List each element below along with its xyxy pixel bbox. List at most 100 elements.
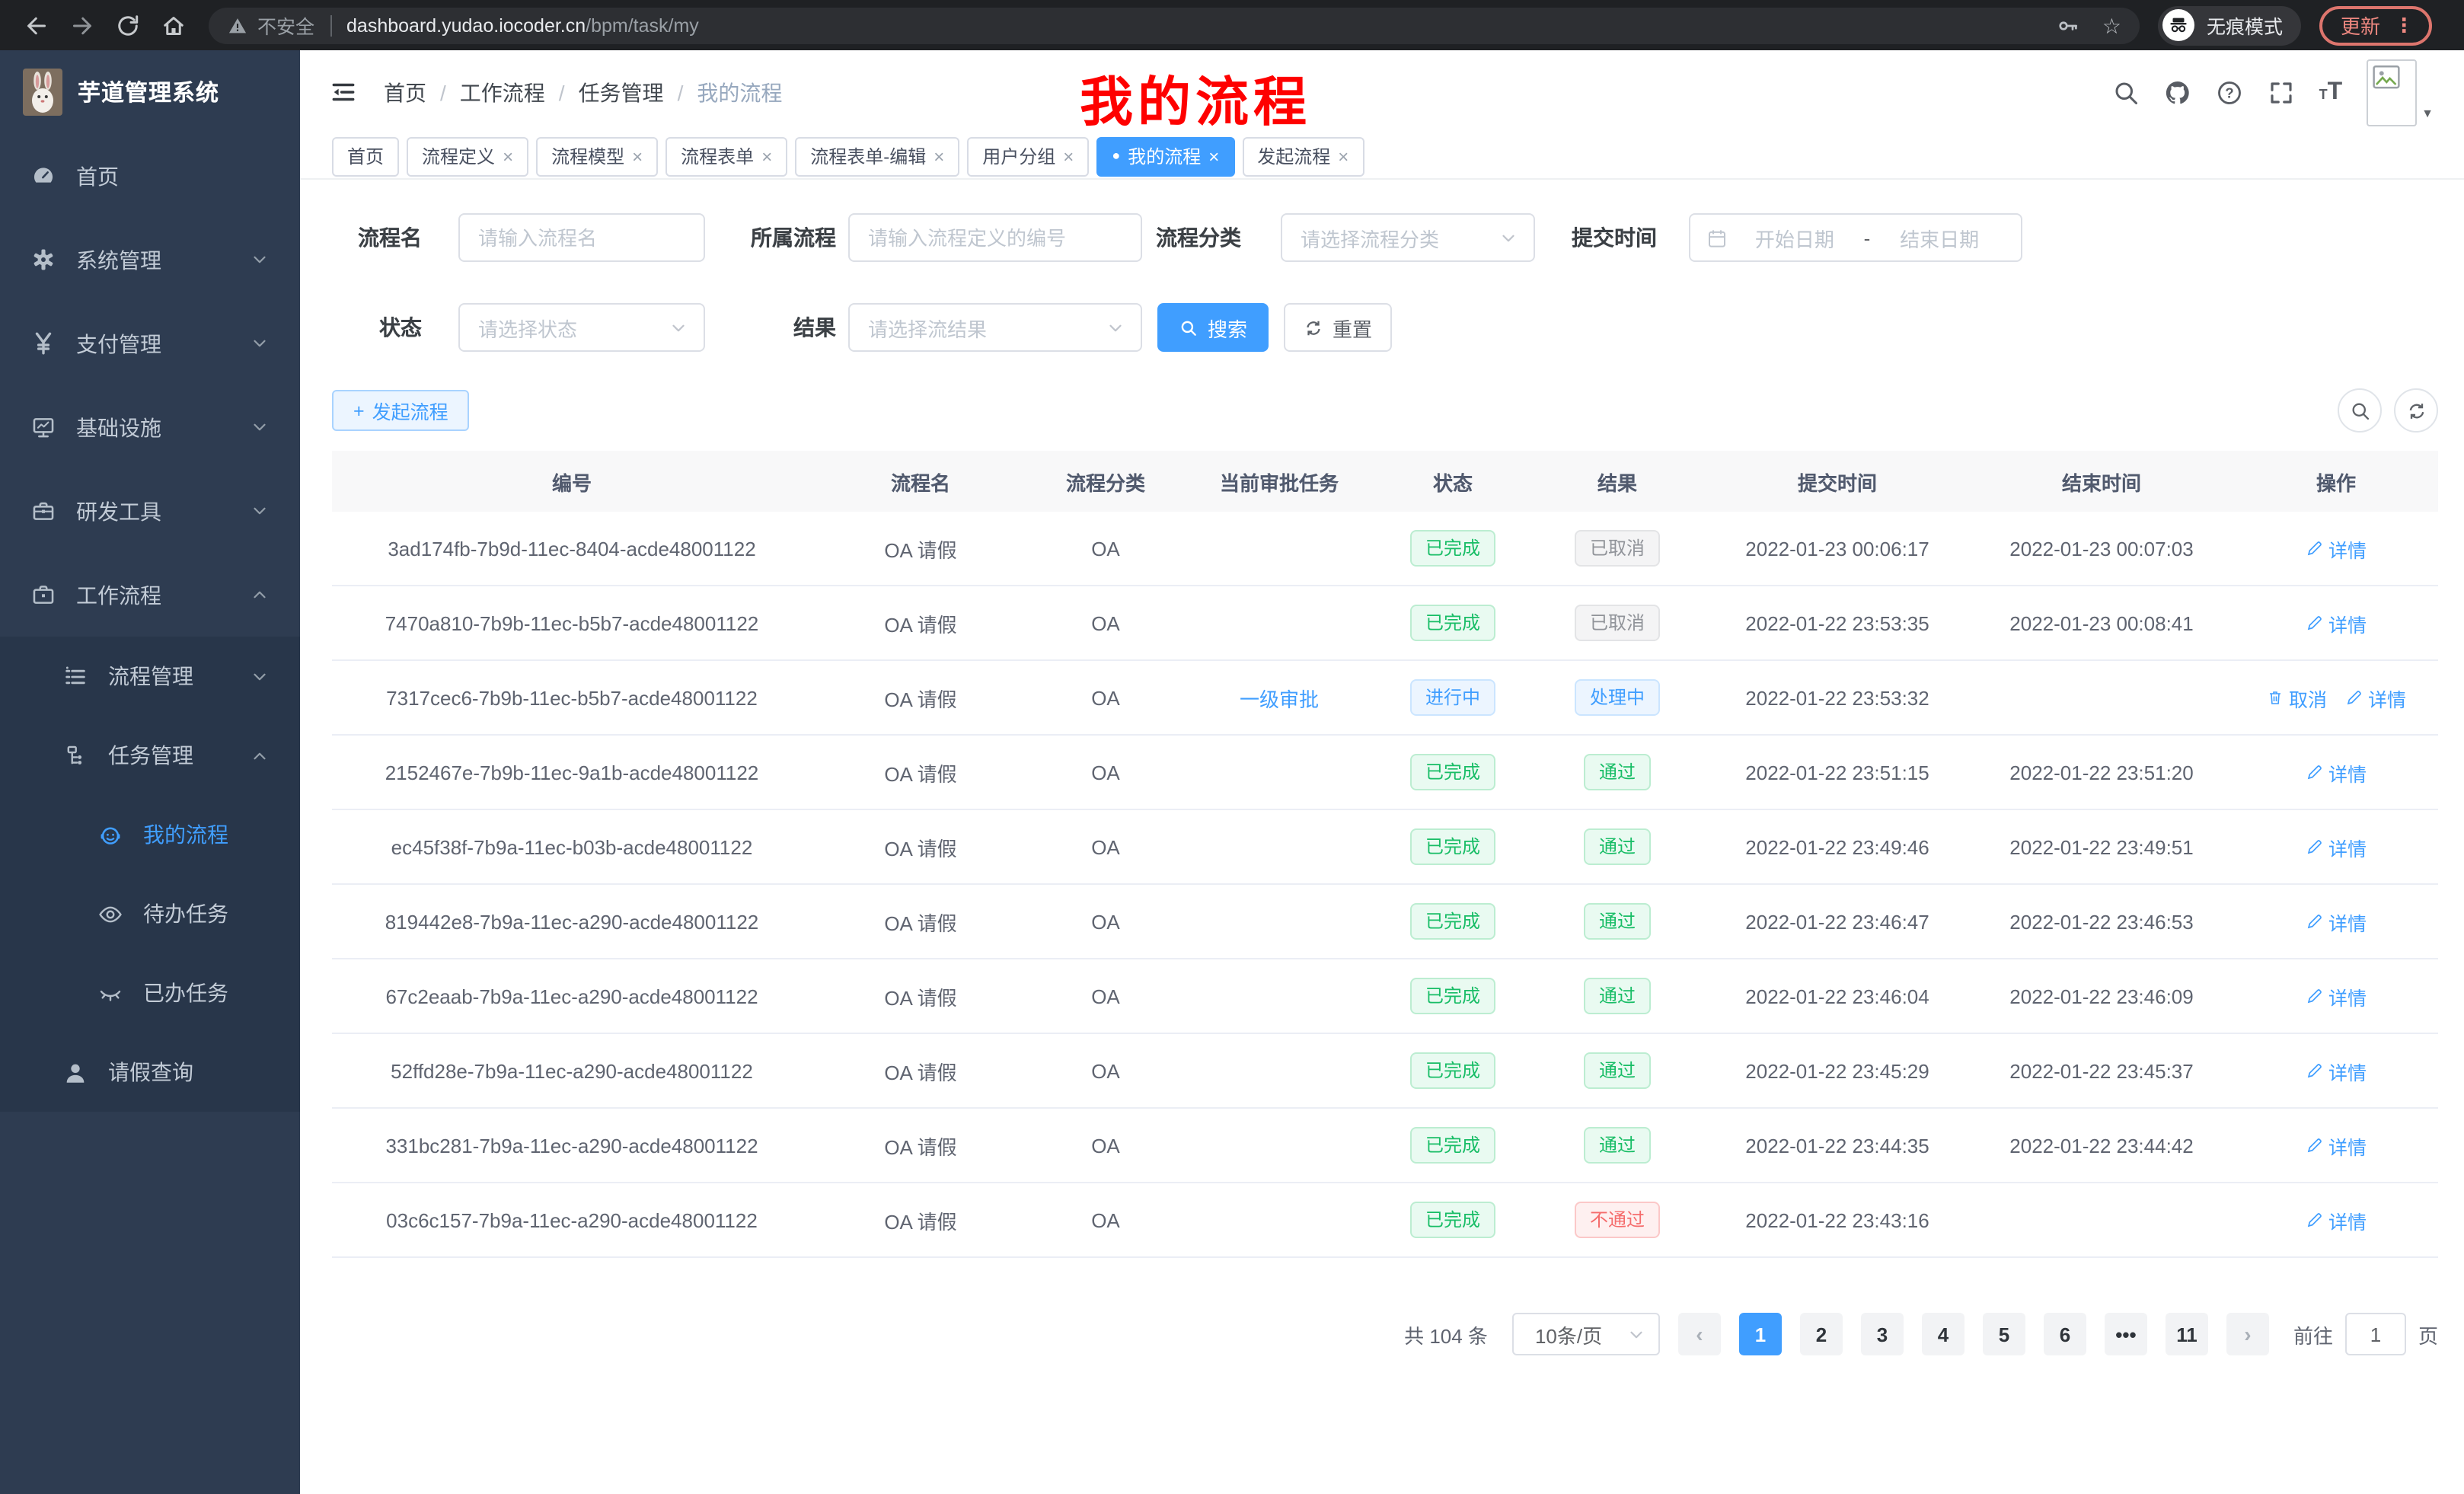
update-button[interactable]: 更新 ⋮ xyxy=(2319,5,2432,45)
pencil-icon xyxy=(2306,1061,2324,1080)
tab-process-model[interactable]: 流程模型× xyxy=(536,136,658,176)
next-page-button[interactable]: › xyxy=(2226,1313,2269,1355)
sidebar-item-todo-tasks[interactable]: 待办任务 xyxy=(0,874,300,953)
page-button[interactable]: 4 xyxy=(1922,1313,1964,1355)
broken-image-icon xyxy=(2371,63,2402,91)
detail-link[interactable]: 详情 xyxy=(2306,534,2367,563)
help-icon[interactable]: ? xyxy=(2216,78,2243,106)
breadcrumb-item[interactable]: 任务管理 xyxy=(579,77,664,107)
key-icon[interactable] xyxy=(2057,13,2081,37)
user-icon xyxy=(62,1059,88,1085)
close-icon[interactable]: × xyxy=(1063,147,1074,165)
more-pages-button[interactable]: ••• xyxy=(2105,1313,2147,1355)
sidebar-item-task-management[interactable]: 任务管理 xyxy=(0,716,300,795)
page-button[interactable]: 11 xyxy=(2166,1313,2208,1355)
show-search-button[interactable] xyxy=(2338,388,2382,433)
home-icon[interactable] xyxy=(160,11,187,39)
sidebar-item-leave-query[interactable]: 请假查询 xyxy=(0,1033,300,1112)
security-label[interactable]: 不安全 xyxy=(257,11,314,40)
cancel-link[interactable]: 取消 xyxy=(2266,683,2327,712)
sidebar-item-done-tasks[interactable]: 已办任务 xyxy=(0,953,300,1033)
page-size-select[interactable]: 10条/页 xyxy=(1512,1313,1660,1355)
detail-link[interactable]: 详情 xyxy=(2306,1205,2367,1234)
row-id: 52ffd28e-7b9a-11ec-a290-acde48001122 xyxy=(332,1059,812,1082)
tab-process-form-edit[interactable]: 流程表单-编辑× xyxy=(795,136,959,176)
eye-closed-icon xyxy=(97,980,123,1006)
detail-link[interactable]: 详情 xyxy=(2306,832,2367,861)
header-actions: ? TT ▼ xyxy=(2112,50,2434,134)
app-logo[interactable]: 芋道管理系统 xyxy=(0,50,300,134)
close-icon[interactable]: × xyxy=(632,147,643,165)
chevron-up-icon xyxy=(250,745,270,765)
search-icon[interactable] xyxy=(2112,78,2140,106)
sidebar-item-home[interactable]: 首页 xyxy=(0,134,300,218)
fullscreen-icon[interactable] xyxy=(2268,78,2295,106)
sidebar-item-infrastructure[interactable]: 基础设施 xyxy=(0,385,300,469)
breadcrumb-item[interactable]: 工作流程 xyxy=(460,77,545,107)
detail-link[interactable]: 详情 xyxy=(2306,608,2367,637)
start-process-button[interactable]: + 发起流程 xyxy=(332,390,470,431)
current-task-link[interactable]: 一级审批 xyxy=(1240,688,1319,710)
tab-user-group[interactable]: 用户分组× xyxy=(967,136,1089,176)
page-button[interactable]: 5 xyxy=(1983,1313,2025,1355)
detail-link[interactable]: 详情 xyxy=(2306,758,2367,787)
sidebar-item-payment[interactable]: 支付管理 xyxy=(0,302,300,385)
github-icon[interactable] xyxy=(2164,78,2191,106)
chevron-down-icon xyxy=(250,417,270,437)
page-button[interactable]: 6 xyxy=(2044,1313,2086,1355)
detail-link[interactable]: 详情 xyxy=(2306,907,2367,936)
goto-page-input[interactable] xyxy=(2345,1313,2406,1355)
close-icon[interactable]: × xyxy=(934,147,944,165)
tab-start-process[interactable]: 发起流程× xyxy=(1242,136,1364,176)
url-bar[interactable]: 不安全 dashboard.yudao.iocoder.cn/bpm/task/… xyxy=(209,7,2140,43)
close-icon[interactable]: × xyxy=(1338,147,1348,165)
reset-button[interactable]: 重置 xyxy=(1284,303,1392,352)
sidebar-item-label: 工作流程 xyxy=(76,579,161,610)
close-icon[interactable]: × xyxy=(503,147,513,165)
row-category: OA xyxy=(1029,761,1182,784)
font-size-icon[interactable]: TT xyxy=(2319,80,2343,104)
page-button[interactable]: 2 xyxy=(1800,1313,1843,1355)
process-definition-input[interactable] xyxy=(848,213,1142,262)
bookmark-star-icon[interactable]: ☆ xyxy=(2102,14,2121,36)
browser-menu-icon[interactable]: ⋮ xyxy=(2394,13,2414,37)
sidebar-item-workflow[interactable]: 工作流程 xyxy=(0,553,300,637)
close-icon[interactable]: × xyxy=(1208,147,1219,165)
result-select[interactable]: 请选择流结果 xyxy=(848,303,1142,352)
sidebar-item-system[interactable]: 系统管理 xyxy=(0,218,300,302)
sidebar-item-process-management[interactable]: 流程管理 xyxy=(0,637,300,716)
page-button[interactable]: 3 xyxy=(1861,1313,1904,1355)
page-button[interactable]: 1 xyxy=(1739,1313,1782,1355)
close-icon[interactable]: × xyxy=(761,147,772,165)
tab-process-form[interactable]: 流程表单× xyxy=(665,136,787,176)
process-category-select[interactable]: 请选择流程分类 xyxy=(1281,213,1535,262)
breadcrumb-item[interactable]: 首页 xyxy=(384,77,426,107)
tab-process-definition[interactable]: 流程定义× xyxy=(407,136,528,176)
detail-link[interactable]: 详情 xyxy=(2345,683,2406,712)
result-label: 结果 xyxy=(719,303,836,352)
row-submit-time: 2022-01-22 23:44:35 xyxy=(1706,1134,1969,1157)
detail-link[interactable]: 详情 xyxy=(2306,1056,2367,1085)
status-select[interactable]: 请选择状态 xyxy=(458,303,705,352)
status-label: 状态 xyxy=(332,303,422,352)
detail-link[interactable]: 详情 xyxy=(2306,982,2367,1010)
sidebar-item-dev-tools[interactable]: 研发工具 xyxy=(0,469,300,553)
detail-link[interactable]: 详情 xyxy=(2306,1131,2367,1160)
submit-time-range-picker[interactable]: 开始日期 - 结束日期 xyxy=(1689,213,2022,262)
refresh-table-button[interactable] xyxy=(2394,388,2438,433)
menu-fold-icon[interactable] xyxy=(329,78,358,107)
tab-my-process[interactable]: ●我的流程× xyxy=(1096,136,1234,176)
tree-icon xyxy=(62,742,88,768)
prev-page-button[interactable]: ‹ xyxy=(1678,1313,1721,1355)
user-menu[interactable]: ▼ xyxy=(2367,59,2434,126)
status-badge: 已完成 xyxy=(1410,530,1495,567)
sidebar-item-my-process[interactable]: 我的流程 xyxy=(0,795,300,874)
avatar[interactable] xyxy=(2367,59,2417,126)
tab-home[interactable]: 首页 xyxy=(332,136,399,176)
forward-icon[interactable] xyxy=(69,11,96,39)
search-button[interactable]: 搜索 xyxy=(1157,303,1269,352)
process-name-input[interactable] xyxy=(458,213,705,262)
row-submit-time: 2022-01-22 23:53:35 xyxy=(1706,611,1969,634)
back-icon[interactable] xyxy=(23,11,50,39)
reload-icon[interactable] xyxy=(114,11,142,39)
